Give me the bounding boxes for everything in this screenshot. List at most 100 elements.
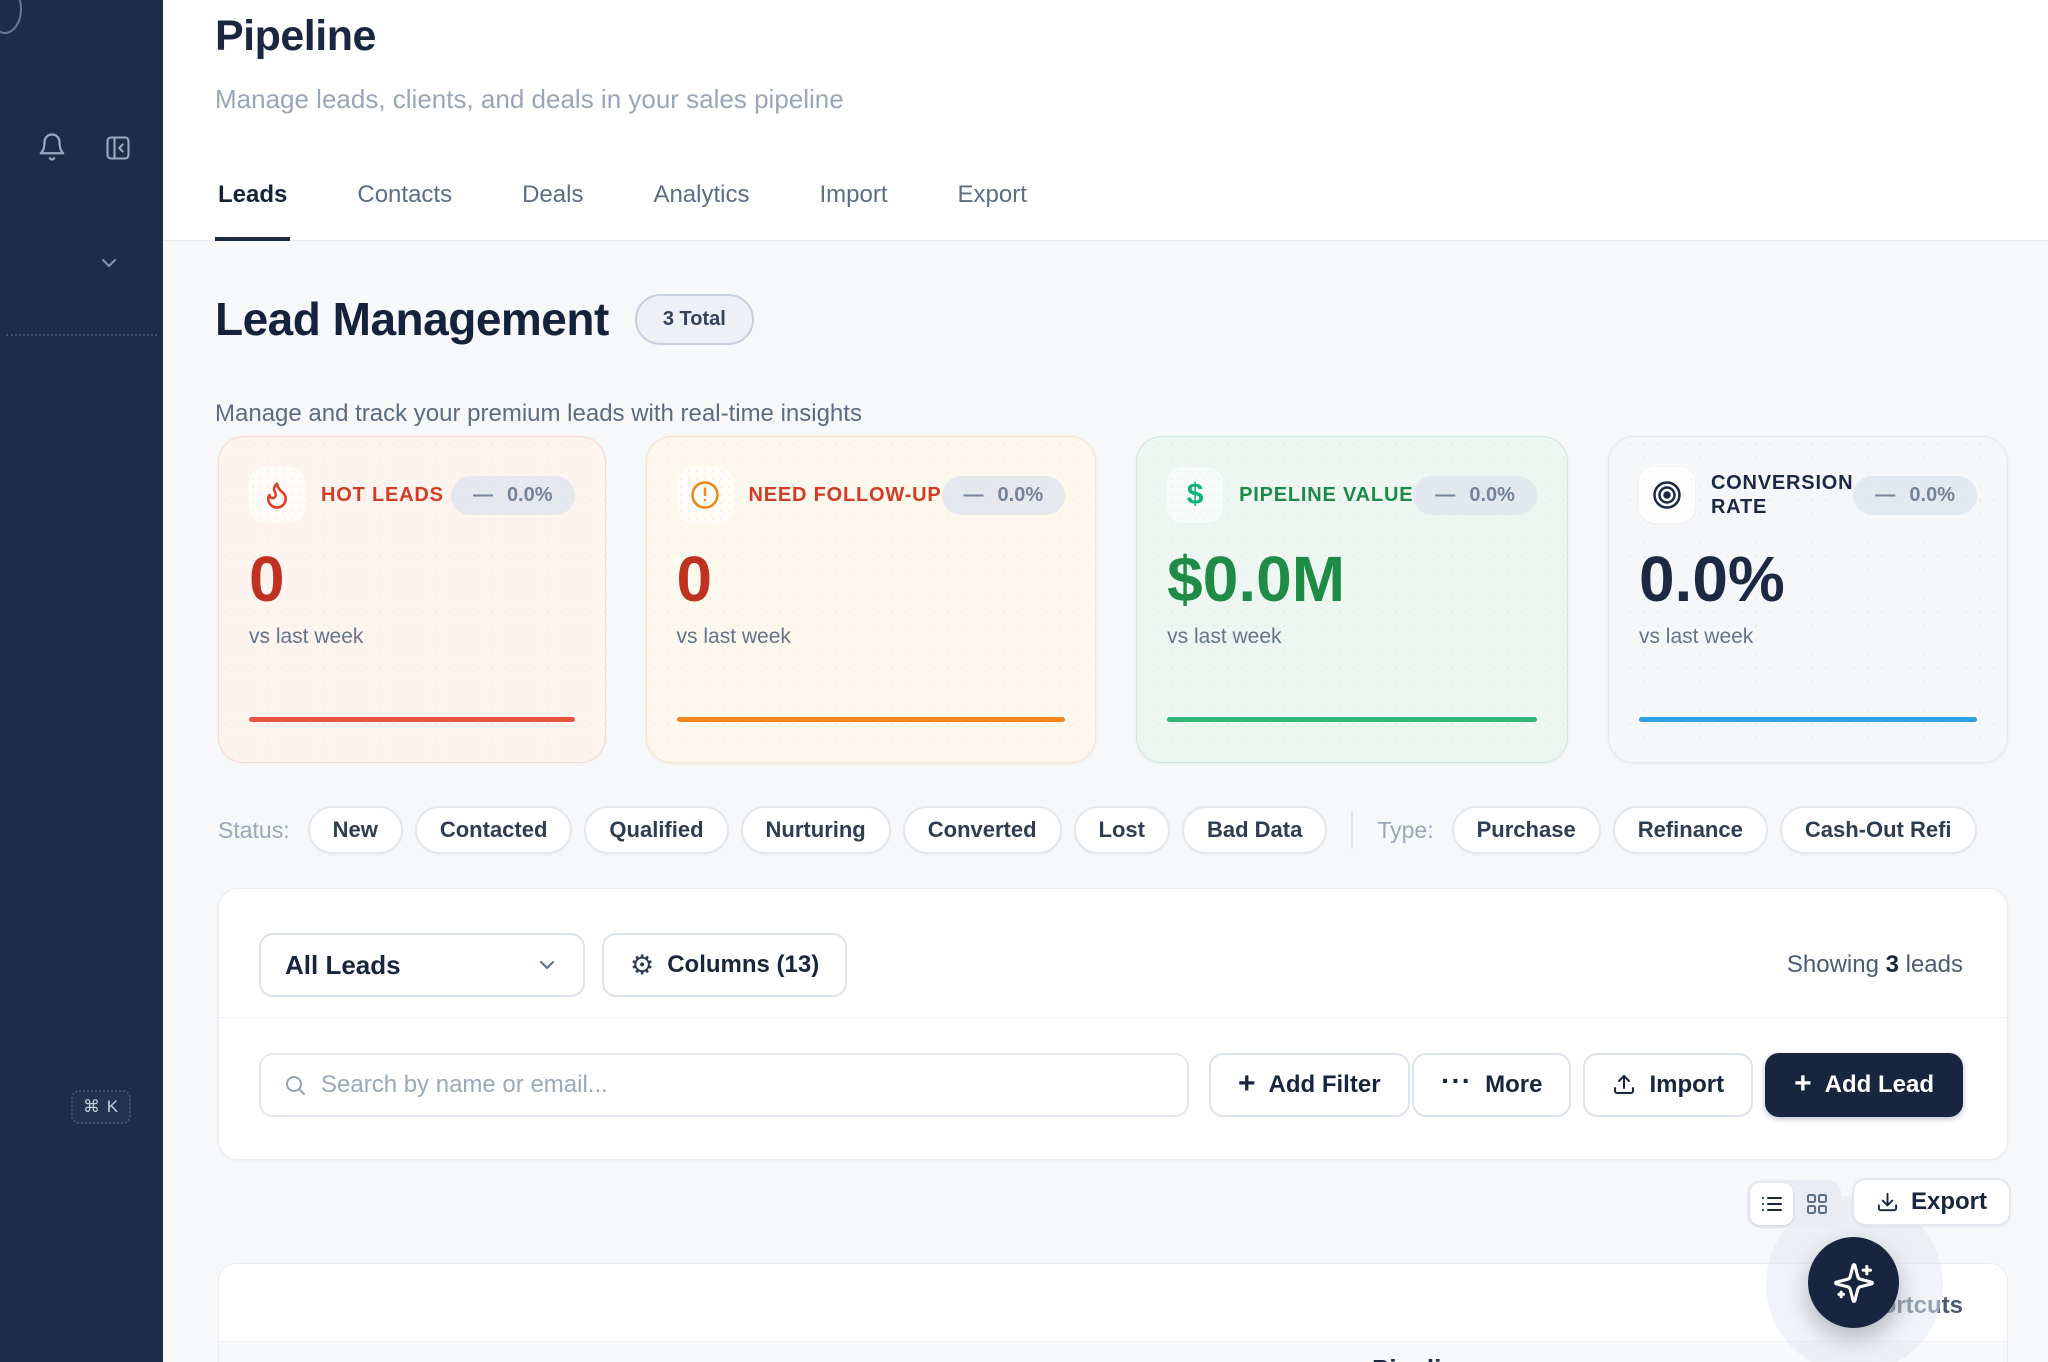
- panel-divider: [219, 1017, 2007, 1018]
- status-chip-qualified[interactable]: Qualified: [584, 806, 728, 854]
- filter-chips-row: Status: New Contacted Qualified Nurturin…: [218, 806, 1977, 854]
- type-chip-cash-out-refi[interactable]: Cash-Out Refi: [1780, 806, 1977, 854]
- page-title: Pipeline: [215, 12, 376, 61]
- search-box: [259, 1053, 1189, 1117]
- dash: —: [1875, 484, 1895, 507]
- status-filter-label: Status:: [218, 817, 290, 844]
- logo-fragment: [0, 0, 22, 34]
- import-button[interactable]: Import: [1583, 1053, 1753, 1117]
- columns-button-label: Columns (13): [667, 951, 819, 979]
- status-chip-new[interactable]: New: [308, 806, 403, 854]
- stat-card-hot-leads: HOT LEADS — 0.0% 0 vs last week: [218, 436, 606, 763]
- collapse-sidebar-icon[interactable]: [103, 133, 133, 163]
- stat-label: NEED FOLLOW-UP: [749, 483, 942, 507]
- search-icon: [283, 1073, 307, 1097]
- search-input[interactable]: [321, 1071, 1165, 1099]
- flame-icon: [249, 467, 305, 523]
- lead-management-heading: Lead Management 3 Total: [215, 292, 754, 346]
- stat-label: HOT LEADS: [321, 483, 451, 507]
- stat-caption: vs last week: [1639, 625, 1977, 649]
- delta-value: 0.0%: [998, 484, 1044, 507]
- stat-card-need-follow-up: NEED FOLLOW-UP — 0.0% 0 vs last week: [646, 436, 1097, 763]
- total-count-badge: 3 Total: [635, 294, 754, 345]
- stat-value: 0: [677, 547, 1066, 611]
- table-header-row: Pipeline: [219, 1341, 2007, 1362]
- leads-view-select[interactable]: All Leads: [259, 933, 585, 997]
- columns-button[interactable]: ⚙ Columns (13): [602, 933, 847, 997]
- notifications-bell-icon[interactable]: [36, 130, 68, 164]
- stat-card-conversion-rate: CONVERSION RATE — 0.0% 0.0% vs last week: [1608, 436, 2008, 763]
- leads-view-select-value: All Leads: [285, 950, 401, 981]
- stat-caption: vs last week: [249, 625, 575, 649]
- header-tabs: Leads Contacts Deals Analytics Import Ex…: [215, 181, 1030, 241]
- status-chip-lost[interactable]: Lost: [1074, 806, 1170, 854]
- stat-accent-bar: [1167, 717, 1537, 722]
- partial-table-text: Pipeline: [1372, 1354, 1472, 1362]
- stat-delta-badge: — 0.0%: [942, 476, 1066, 515]
- status-chip-converted[interactable]: Converted: [903, 806, 1062, 854]
- status-chip-nurturing[interactable]: Nurturing: [741, 806, 891, 854]
- chevron-down-icon: [535, 953, 559, 977]
- sidebar-separator: [6, 334, 157, 336]
- tab-import[interactable]: Import: [817, 181, 891, 241]
- stat-delta-badge: — 0.0%: [1413, 476, 1537, 515]
- download-icon: [1876, 1191, 1899, 1214]
- type-chip-refinance[interactable]: Refinance: [1613, 806, 1768, 854]
- tab-leads[interactable]: Leads: [215, 181, 290, 241]
- export-button[interactable]: Export: [1852, 1178, 2011, 1226]
- gear-icon: ⚙: [630, 952, 654, 979]
- leads-table-card: Shortcuts Pipeline: [218, 1263, 2008, 1362]
- view-toggle-group: [1747, 1180, 1841, 1228]
- add-lead-button[interactable]: + Add Lead: [1765, 1053, 1963, 1117]
- alert-circle-icon: [677, 467, 733, 523]
- section-subtitle: Manage and track your premium leads with…: [215, 400, 862, 428]
- delta-value: 0.0%: [507, 484, 553, 507]
- showing-count-number: 3: [1886, 951, 1899, 978]
- stat-caption: vs last week: [677, 625, 1066, 649]
- delta-value: 0.0%: [1469, 484, 1515, 507]
- leads-control-panel: All Leads ⚙ Columns (13) Showing 3 leads…: [218, 888, 2008, 1160]
- tab-deals[interactable]: Deals: [519, 181, 586, 241]
- sidebar-chevron-down-icon[interactable]: [95, 252, 123, 274]
- tab-analytics[interactable]: Analytics: [650, 181, 752, 241]
- stat-accent-bar: [249, 717, 575, 722]
- stat-delta-badge: — 0.0%: [1853, 476, 1977, 515]
- add-filter-button[interactable]: + Add Filter: [1209, 1053, 1410, 1117]
- dash: —: [473, 484, 493, 507]
- stat-cards-row: HOT LEADS — 0.0% 0 vs last week NEED FOL…: [218, 436, 2008, 763]
- tab-export[interactable]: Export: [955, 181, 1030, 241]
- delta-value: 0.0%: [1909, 484, 1955, 507]
- dollar-icon: $: [1167, 467, 1223, 523]
- stat-value: 0.0%: [1639, 547, 1977, 611]
- sidebar: ⌘ K: [0, 0, 163, 1362]
- showing-count: Showing 3 leads: [1787, 951, 1963, 979]
- stat-value: 0: [249, 547, 575, 611]
- more-button[interactable]: ··· More: [1412, 1053, 1571, 1117]
- stat-label: PIPELINE VALUE: [1239, 483, 1413, 507]
- list-icon: [1760, 1192, 1784, 1216]
- grid-icon: [1805, 1192, 1829, 1216]
- stat-caption: vs last week: [1167, 625, 1537, 649]
- section-title: Lead Management: [215, 292, 609, 346]
- grid-view-toggle[interactable]: [1795, 1183, 1838, 1225]
- stat-accent-bar: [677, 717, 1066, 722]
- command-k-shortcut-badge[interactable]: ⌘ K: [71, 1090, 131, 1124]
- stat-value: $0.0M: [1167, 547, 1537, 611]
- page-header: Pipeline Manage leads, clients, and deal…: [163, 0, 2048, 241]
- dash: —: [1435, 484, 1455, 507]
- pipeline-page: ⌘ K Pipeline Manage leads, clients, and …: [0, 0, 2048, 1362]
- dash: —: [964, 484, 984, 507]
- sparkles-icon: [1832, 1261, 1876, 1305]
- ai-assistant-fab[interactable]: [1808, 1237, 1899, 1328]
- status-chip-contacted[interactable]: Contacted: [415, 806, 573, 854]
- upload-icon: [1612, 1073, 1636, 1097]
- target-icon: [1639, 467, 1695, 523]
- list-view-toggle[interactable]: [1750, 1183, 1793, 1225]
- tab-contacts[interactable]: Contacts: [354, 181, 455, 241]
- chips-divider: [1351, 811, 1353, 849]
- type-chip-purchase[interactable]: Purchase: [1452, 806, 1601, 854]
- stat-label: CONVERSION RATE: [1711, 471, 1853, 519]
- stat-accent-bar: [1639, 717, 1977, 722]
- page-subtitle: Manage leads, clients, and deals in your…: [215, 84, 844, 115]
- status-chip-bad-data[interactable]: Bad Data: [1182, 806, 1327, 854]
